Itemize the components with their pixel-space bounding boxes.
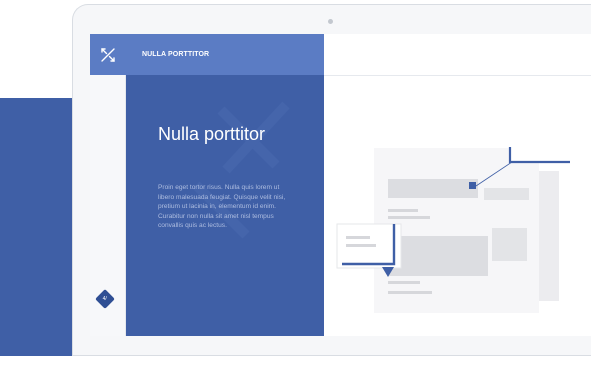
illus-bar-wide [388, 179, 478, 198]
header-bar: NULLA PORTTITOR [126, 34, 324, 75]
document-illustration [336, 147, 570, 313]
diamond-badge-icon: 4/ [102, 295, 108, 302]
left-rail: 4/ [90, 34, 126, 336]
illus-line-2 [388, 216, 430, 219]
header-title: NULLA PORTTITOR [142, 51, 210, 58]
illus-callout-top [510, 147, 570, 161]
camera-dot [328, 19, 333, 24]
content-panel: Nulla porttitor Proin eget tortor risus.… [126, 75, 324, 336]
x-arrows-logo-icon [101, 47, 115, 62]
illus-speech-line-1 [346, 236, 370, 239]
illus-marker-square [469, 182, 476, 189]
illus-line-1 [388, 209, 418, 212]
panel-body-text: Proin eget tortor risus. Nulla quis lore… [158, 184, 286, 229]
illus-line-3 [388, 281, 420, 284]
illus-bar-mid [388, 236, 488, 276]
illus-bar-side [484, 188, 529, 200]
logo-button[interactable] [90, 34, 126, 75]
nav-badge-button[interactable]: 4/ [95, 289, 115, 309]
illus-speech-line-2 [346, 244, 376, 247]
illus-bar-right [492, 228, 527, 261]
panel-heading: Nulla porttitor [158, 124, 266, 144]
illus-line-4 [388, 291, 432, 294]
app-screen: 4/ NULLA PORTTITOR Nulla porttitor Proin… [90, 34, 591, 336]
